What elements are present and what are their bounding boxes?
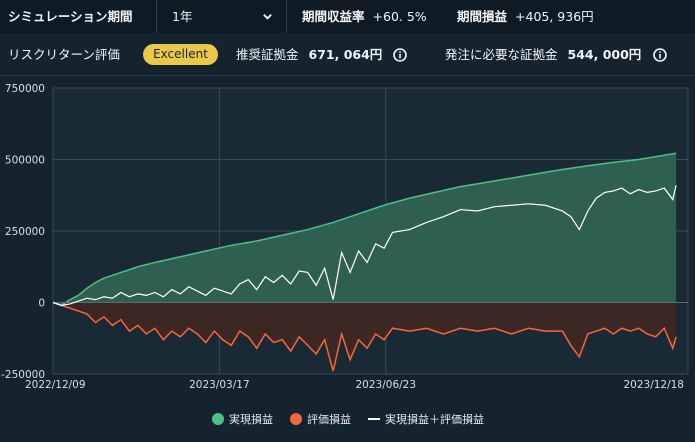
legend-item-realized[interactable]: 実現損益 bbox=[212, 412, 273, 428]
x-tick-label: 2023/03/17 bbox=[189, 379, 250, 391]
return-rate-stat: 期間収益率 +60. 5% bbox=[302, 0, 427, 33]
recommended-margin-value: 671, 064円 bbox=[308, 47, 383, 62]
legend-swatch-total bbox=[368, 418, 380, 420]
pnl-stat: 期間損益 +405, 936円 bbox=[457, 0, 594, 33]
y-tick-label: 500000 bbox=[5, 155, 45, 167]
legend-item-total[interactable]: 実現損益＋評価損益 bbox=[368, 412, 484, 428]
x-tick-label: 2023/12/18 bbox=[623, 379, 684, 391]
rating-badge: Excellent bbox=[143, 44, 218, 65]
risk-return-label: リスクリターン評価 bbox=[8, 47, 120, 62]
y-tick-label: 750000 bbox=[5, 83, 45, 95]
return-rate-label: 期間収益率 bbox=[302, 9, 365, 24]
period-dropdown[interactable]: 1年 bbox=[157, 0, 285, 33]
pnl-label: 期間損益 bbox=[457, 9, 508, 24]
recommended-margin-label: 推奨証拠金 bbox=[236, 47, 299, 62]
info-icon[interactable] bbox=[653, 48, 667, 62]
x-tick-label: 2022/12/09 bbox=[25, 379, 86, 391]
legend-dot-unrealized bbox=[290, 413, 302, 425]
period-value: 1年 bbox=[172, 9, 193, 24]
required-margin-value: 544, 000円 bbox=[567, 47, 642, 62]
y-tick-label: 250000 bbox=[5, 226, 45, 238]
pnl-chart: 7500005000002500000-2500002022/12/09 2023… bbox=[1, 83, 689, 391]
legend-label-total: 実現損益＋評価損益 bbox=[385, 413, 484, 426]
divider bbox=[286, 0, 287, 33]
top-bar: シミュレーション期間 1年 期間収益率 +60. 5% 期間損益 +405, 936… bbox=[0, 0, 695, 33]
legend-item-unrealized[interactable]: 評価損益 bbox=[290, 412, 351, 428]
simulation-period-label: シミュレーション期間 bbox=[8, 9, 133, 24]
chevron-down-icon bbox=[263, 14, 272, 20]
required-margin-label: 発注に必要な証拠金 bbox=[445, 47, 558, 62]
x-tick-label: 2023/06/23 bbox=[356, 379, 417, 391]
legend-label-unrealized: 評価損益 bbox=[307, 413, 351, 426]
legend-dot-realized bbox=[212, 413, 224, 425]
pnl-value: +405, 936円 bbox=[515, 9, 594, 24]
return-rate-value: +60. 5% bbox=[372, 9, 427, 24]
required-margin: 発注に必要な証拠金 544, 000円 bbox=[445, 33, 641, 76]
legend-label-realized: 実現損益 bbox=[229, 413, 273, 426]
recommended-margin: 推奨証拠金 671, 064円 bbox=[236, 33, 382, 76]
evaluation-bar: リスクリターン評価 Excellent 推奨証拠金 671, 064円 発注に必要… bbox=[0, 33, 695, 76]
info-icon[interactable] bbox=[393, 48, 407, 62]
chart-legend: 実現損益 評価損益 実現損益＋評価損益 bbox=[0, 408, 695, 432]
y-tick-label: 0 bbox=[38, 298, 45, 310]
